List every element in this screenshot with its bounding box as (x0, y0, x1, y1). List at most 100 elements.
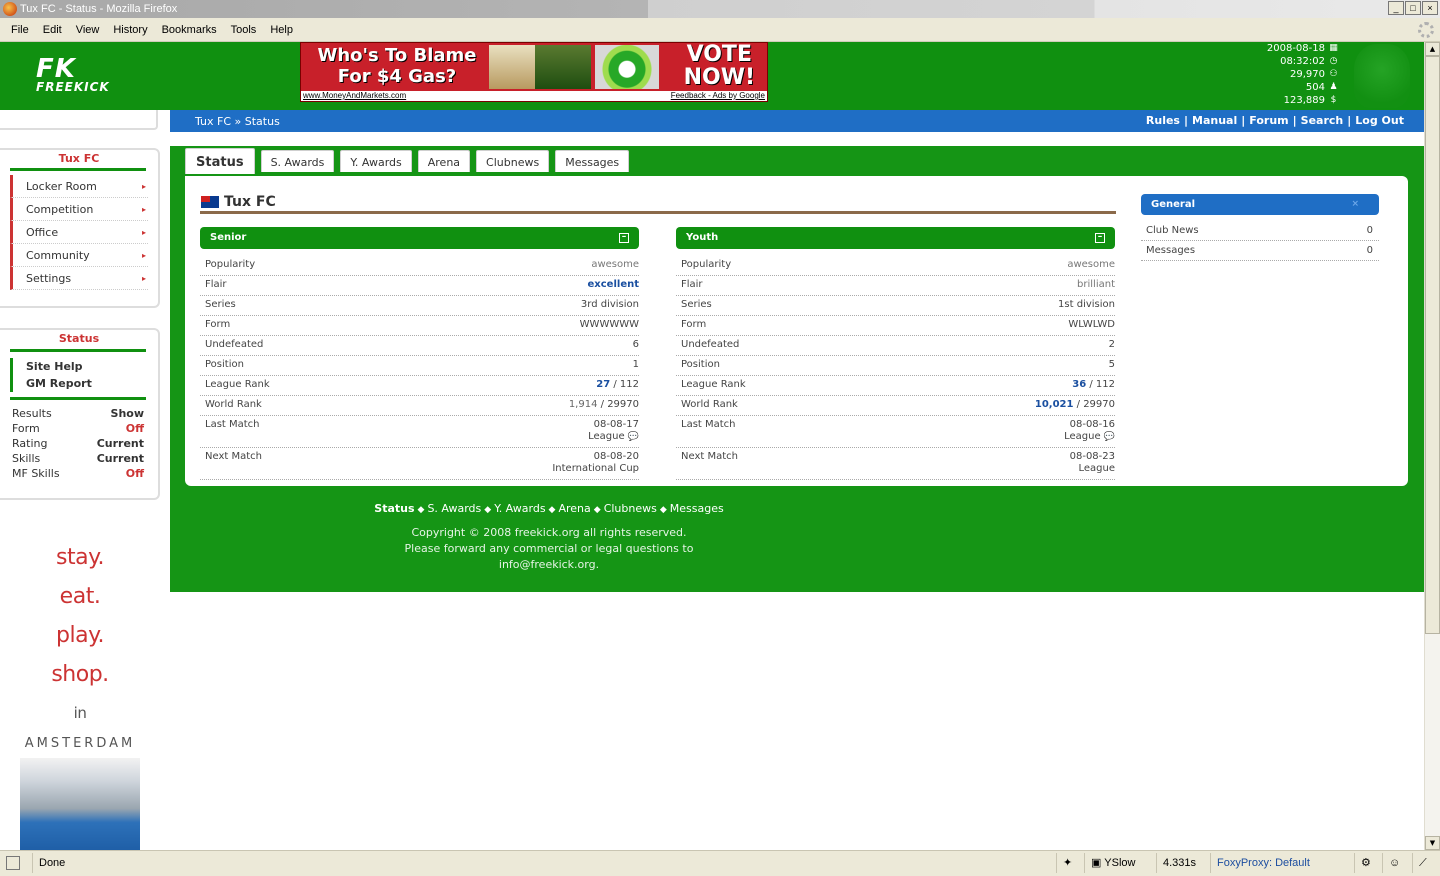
setting-results[interactable]: Results Show (0, 406, 158, 421)
scroll-down-arrow[interactable]: ▼ (1425, 836, 1440, 850)
forum-link[interactable]: Forum (1249, 114, 1288, 127)
collapse-icon[interactable]: – (619, 233, 629, 243)
window-title: Tux FC - Status - Mozilla Firefox (20, 3, 178, 15)
slogan-in: in (73, 704, 87, 722)
search-link[interactable]: Search (1301, 114, 1344, 127)
next-match-link[interactable]: 08-08-20 International Cup (552, 448, 639, 479)
footer-link-y-awards[interactable]: Y. Awards (494, 502, 545, 515)
clock-icon: ◷ (1329, 56, 1338, 66)
ad-feedback-link[interactable]: Feedback - Ads by Google (671, 91, 765, 101)
contact-email-link[interactable]: info@freekick.org. (170, 557, 928, 573)
sidebar-item-community[interactable]: Community ▸ (10, 244, 148, 267)
firefox-icon (3, 2, 17, 16)
series-link[interactable]: 1st division (1058, 296, 1115, 315)
tab-y-awards[interactable]: Y. Awards (340, 150, 412, 172)
stat-row: Position 5 (676, 356, 1115, 376)
header-users: 29,970 (1290, 69, 1325, 80)
breadcrumb[interactable]: Tux FC » Status (195, 115, 280, 128)
ad-banner[interactable]: Who's To Blame For $4 Gas? VOTE NOW! www… (300, 42, 768, 102)
tab-arena[interactable]: Arena (417, 150, 471, 172)
scroll-up-arrow[interactable]: ▲ (1425, 42, 1440, 56)
addon-icon[interactable]: ⚙ (1354, 853, 1382, 873)
menu-view[interactable]: View (69, 24, 107, 36)
general-row-club-news[interactable]: Club News 0 (1141, 221, 1379, 241)
minimize-button[interactable]: _ (1388, 1, 1404, 15)
menu-bookmarks[interactable]: Bookmarks (155, 24, 224, 36)
amsterdam-ad[interactable]: stay. eat. play. shop. in AMSTERDAM (0, 538, 160, 755)
resize-grip-icon: ⟋ (1412, 853, 1440, 873)
stat-row: Flair excellent (200, 276, 639, 296)
close-icon[interactable]: × (1351, 194, 1359, 215)
tab-messages[interactable]: Messages (555, 150, 630, 172)
footer-link-clubnews[interactable]: Clubnews (604, 502, 657, 515)
series-link[interactable]: 3rd division (581, 296, 639, 315)
chevron-right-icon: ▸ (141, 250, 146, 260)
footer-link-messages[interactable]: Messages (670, 502, 724, 515)
tab-status[interactable]: Status (185, 148, 255, 174)
ad-url-link[interactable]: www.MoneyAndMarkets.com (303, 91, 406, 101)
divider (10, 397, 146, 400)
gm-report-link[interactable]: GM Report (10, 375, 158, 392)
tab-s-awards[interactable]: S. Awards (260, 150, 335, 172)
menu-file[interactable]: File (4, 24, 36, 36)
setting-skills[interactable]: Skills Current (0, 451, 158, 466)
footer-link-arena[interactable]: Arena (558, 502, 590, 515)
status-text: Done (32, 853, 71, 873)
slogan-city: AMSTERDAM (24, 736, 136, 751)
users-icon: ⚇ (1329, 69, 1338, 79)
setting-form[interactable]: Form Off (0, 421, 158, 436)
general-header: General × (1141, 194, 1379, 215)
smiley-icon[interactable]: ☺ (1382, 853, 1412, 873)
chevron-right-icon: ▸ (141, 227, 146, 237)
last-match-link[interactable]: 08-08-16 League 💬 (1064, 416, 1115, 447)
site-help-link[interactable]: Site Help (10, 358, 158, 375)
footer-link-status[interactable]: Status (374, 502, 414, 515)
stat-row: League Rank 27 / 112 (200, 376, 639, 396)
sidebar-item-competition[interactable]: Competition ▸ (10, 198, 148, 221)
firebug-icon[interactable]: ✦ (1056, 853, 1084, 873)
chevron-right-icon: ▸ (141, 181, 146, 191)
status-panel: Tux FC Senior – Popularity awesome Flair e… (185, 176, 1408, 486)
divider (10, 349, 146, 352)
scroll-thumb[interactable] (1425, 56, 1440, 634)
manual-link[interactable]: Manual (1192, 114, 1237, 127)
site-logo[interactable]: FK FREEKICK (36, 54, 110, 94)
senior-section: Senior – Popularity awesome Flair excellen… (200, 227, 639, 480)
menu-tools[interactable]: Tools (224, 24, 264, 36)
menu-help[interactable]: Help (263, 24, 300, 36)
tab-clubnews[interactable]: Clubnews (476, 150, 550, 172)
stat-row: World Rank 1,914 / 29970 (200, 396, 639, 416)
menu-edit[interactable]: Edit (36, 24, 69, 36)
top-links: Rules | Manual | Forum | Search | Log Out (1145, 114, 1404, 127)
close-button[interactable]: × (1422, 1, 1438, 15)
maximize-button[interactable]: □ (1405, 1, 1421, 15)
sidebar-item-locker-room[interactable]: Locker Room ▸ (10, 175, 148, 198)
header-time: 08:32:02 (1280, 56, 1325, 67)
stat-row: Flair brilliant (676, 276, 1115, 296)
setting-rating[interactable]: Rating Current (0, 436, 158, 451)
yslow-button[interactable]: ▣ YSlow (1084, 853, 1141, 873)
window-controls: _ □ × (1388, 1, 1438, 15)
vertical-scrollbar[interactable]: ▲ ▼ (1424, 42, 1440, 850)
next-match-link[interactable]: 08-08-23 League (1070, 448, 1115, 479)
footer-nav: Status ◆ S. Awards ◆ Y. Awards ◆ Arena ◆ Clubnew… (374, 502, 724, 515)
stat-row: Last Match 08-08-17 League 💬 (200, 416, 639, 448)
sidebar-item-settings[interactable]: Settings ▸ (10, 267, 148, 290)
ad-bp-logo (595, 45, 659, 89)
general-row-messages[interactable]: Messages 0 (1141, 241, 1379, 261)
foxyproxy-status[interactable]: FoxyProxy: Default (1210, 853, 1316, 873)
collapse-icon[interactable]: – (1095, 233, 1105, 243)
sidebar-item-office[interactable]: Office ▸ (10, 221, 148, 244)
last-match-link[interactable]: 08-08-17 League 💬 (588, 416, 639, 447)
menu-history[interactable]: History (106, 24, 154, 36)
slogan-line: play. (56, 623, 104, 648)
stat-row: Popularity awesome (200, 256, 639, 276)
divider (200, 211, 1116, 214)
general-box: General × Club News 0 Messages 0 (1141, 194, 1379, 261)
setting-mf-skills[interactable]: MF Skills Off (0, 466, 158, 481)
sidebar-top-box (0, 110, 158, 130)
footer-link-s-awards[interactable]: S. Awards (427, 502, 481, 515)
youth-header: Youth – (676, 227, 1115, 249)
rules-link[interactable]: Rules (1146, 114, 1180, 127)
logout-link[interactable]: Log Out (1355, 114, 1404, 127)
